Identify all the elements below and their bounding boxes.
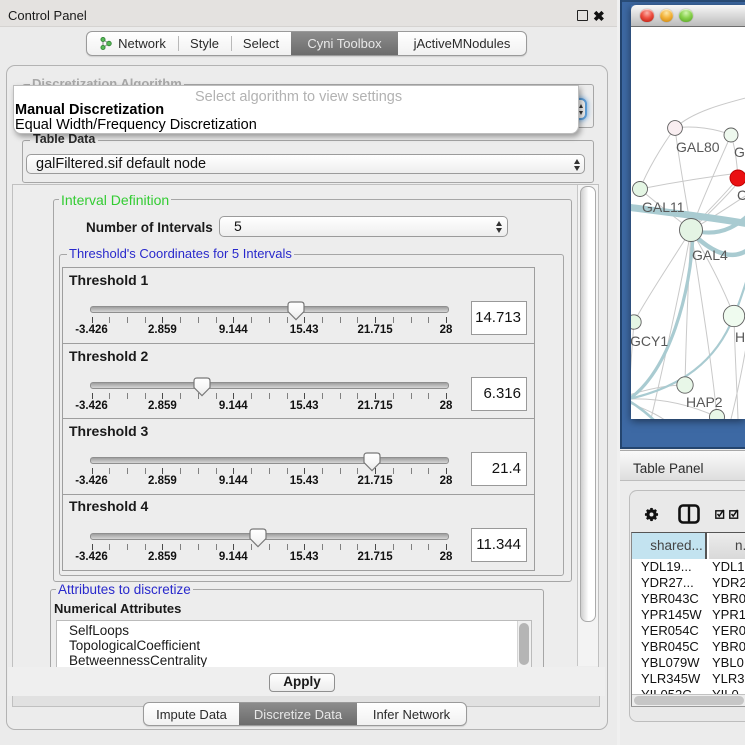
svg-text:GA: GA [734,144,745,160]
svg-text:GAL4: GAL4 [692,247,728,263]
svg-text:HAP2: HAP2 [686,394,723,410]
svg-text:H: H [735,329,745,345]
svg-text:C: C [737,187,745,203]
svg-text:GAL80: GAL80 [676,139,720,155]
svg-text:GCY1: GCY1 [631,333,668,349]
svg-text:GAL11: GAL11 [642,199,685,215]
